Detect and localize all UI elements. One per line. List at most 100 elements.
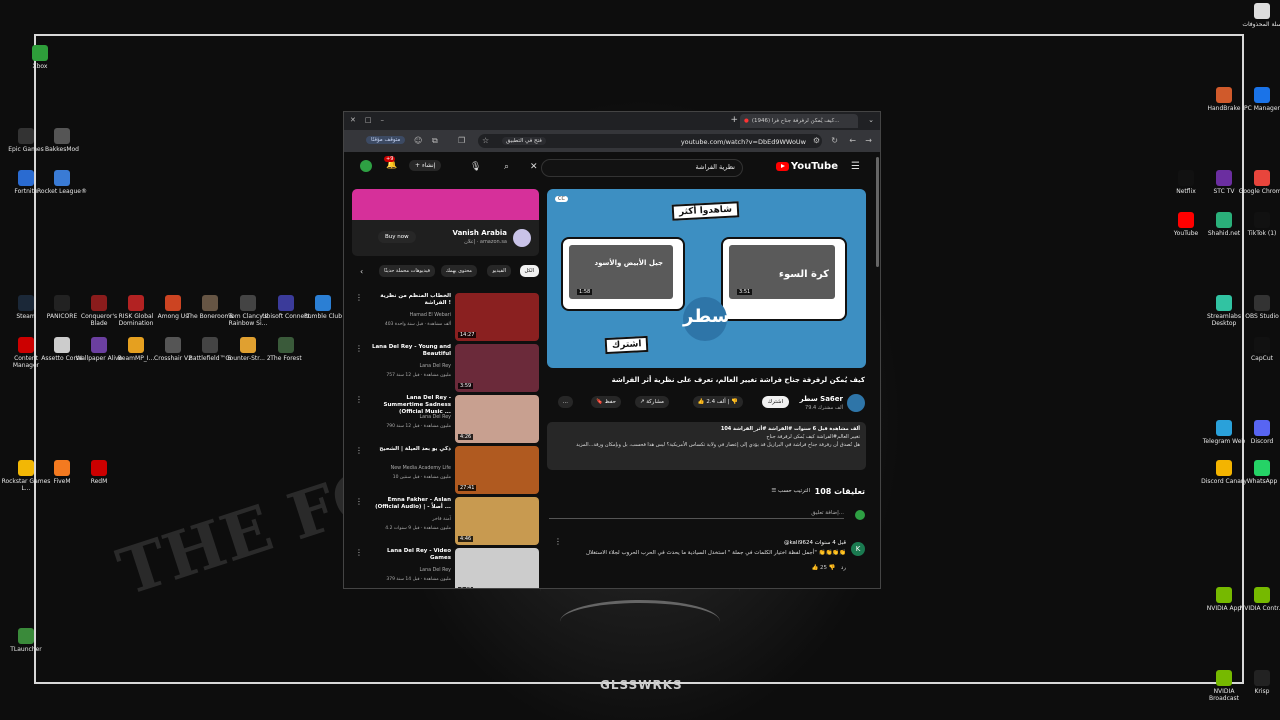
- desktop-shortcut[interactable]: The Forest: [260, 337, 312, 362]
- video-thumbnail[interactable]: 27:41: [455, 446, 539, 494]
- subscribe-button[interactable]: اشترك: [761, 396, 789, 408]
- desktop-shortcut[interactable]: Krisp: [1236, 670, 1280, 695]
- search-icon[interactable]: ⌕: [504, 162, 509, 172]
- site-info-icon[interactable]: ⚙: [813, 136, 820, 145]
- profile-icon[interactable]: ☺: [414, 136, 422, 145]
- desktop-shortcut[interactable]: PC Manager: [1236, 87, 1280, 112]
- copy-icon[interactable]: ❐: [458, 136, 465, 145]
- scrollbar[interactable]: [876, 157, 879, 267]
- create-button[interactable]: + إنشاء: [409, 160, 442, 171]
- extensions-icon[interactable]: ⧉: [432, 136, 438, 146]
- recommendation-item[interactable]: 3:59 Lana Del Rey - Young and Beautiful La…: [352, 344, 539, 392]
- video-title[interactable]: الخطاب المنظم من نظرية الفراشة !: [367, 293, 451, 307]
- chip-all[interactable]: الكل: [519, 265, 539, 277]
- video-title[interactable]: Emna Fakher - Aslan (Official Audio) | -…: [367, 497, 451, 511]
- recommendation-item[interactable]: 27:41 ذكي يو بعد العيلة | الشحيح New Media…: [352, 446, 539, 494]
- video-player[interactable]: CC شاهدوا أكثر 1:58 جيل الأبيض والأسود 3…: [547, 189, 866, 368]
- chips-next-icon[interactable]: ‹: [360, 267, 363, 276]
- video-thumbnail[interactable]: 3:59: [455, 344, 539, 392]
- channel-name[interactable]: Lana Del Rey: [419, 415, 451, 420]
- clear-search-icon[interactable]: ✕: [530, 162, 538, 172]
- forward-icon[interactable]: ←: [849, 136, 856, 145]
- channel-name[interactable]: آمنة فاخر: [432, 517, 451, 522]
- chip-recently-uploaded[interactable]: فيديوهات محملة حديثًا: [379, 265, 435, 277]
- recommendation-item[interactable]: 4:47 Lana Del Rey - Video Games Lana Del R…: [352, 548, 539, 588]
- sponsored-ad[interactable]: Vanish Arabia إعلان · amazon.sa Buy now: [352, 189, 539, 256]
- right-card[interactable]: 3:51 كرة السوء: [721, 237, 847, 321]
- share-button[interactable]: ↗ مشاركة: [634, 396, 669, 408]
- voice-search-icon[interactable]: 🎙: [470, 162, 481, 172]
- desktop-shortcut[interactable]: Rocket League®: [36, 170, 88, 195]
- desktop-shortcut[interactable]: Rumble Club: [297, 295, 349, 320]
- chip-videos[interactable]: الفيديو: [487, 265, 511, 277]
- more-options-icon[interactable]: ⋮: [355, 548, 363, 557]
- channel-name[interactable]: Hamad El Webari: [410, 313, 451, 318]
- recommendation-item[interactable]: 4:26 Lana Del Rey - Summertime Sadness (O…: [352, 395, 539, 443]
- chip-for-you[interactable]: محتوى يهمك: [440, 265, 477, 277]
- left-card[interactable]: 1:58 جيل الأبيض والأسود: [561, 237, 685, 311]
- tab-search-icon[interactable]: ⌄: [868, 116, 874, 124]
- more-options-icon[interactable]: ⋮: [355, 344, 363, 353]
- bookmark-icon[interactable]: ☆: [482, 136, 489, 145]
- app-icon: [1254, 3, 1270, 19]
- search-query[interactable]: نظرية الفراشة: [696, 163, 736, 171]
- like-button[interactable]: 👍 2.4 ألف | 👎: [692, 396, 743, 408]
- desktop-shortcut[interactable]: RedM: [73, 460, 125, 485]
- video-title[interactable]: Lana Del Rey - Young and Beautiful: [367, 344, 451, 358]
- desktop-shortcut[interactable]: Discord: [1236, 420, 1280, 445]
- desktop-shortcut[interactable]: WhatsApp: [1236, 460, 1280, 485]
- more-options-icon[interactable]: ⋮: [355, 446, 363, 455]
- reload-icon[interactable]: ↻: [831, 136, 838, 145]
- channel-name[interactable]: سطر Sa6er: [800, 395, 843, 403]
- back-icon[interactable]: →: [865, 136, 872, 145]
- paused-pill[interactable]: متوقف مؤقتًا: [366, 136, 406, 144]
- channel-avatar[interactable]: [847, 394, 865, 412]
- description-box[interactable]: 104 ألف مشاهدة قبل 6 سنوات #الفراشة #أثر…: [547, 422, 866, 470]
- video-thumbnail[interactable]: 4:46: [455, 497, 539, 545]
- desktop-shortcut[interactable]: Google Chrome: [1236, 170, 1280, 195]
- desktop-shortcut[interactable]: TikTok (1): [1236, 212, 1280, 237]
- window-controls[interactable]: ✕□–: [350, 116, 393, 124]
- menu-icon[interactable]: ☰: [851, 161, 860, 172]
- commenter-avatar[interactable]: K: [851, 542, 865, 556]
- captions-icon[interactable]: CC: [555, 196, 568, 202]
- add-comment-field[interactable]: إضافة تعليق...: [549, 510, 844, 519]
- more-options-icon[interactable]: ⋮: [355, 395, 363, 404]
- more-options-icon[interactable]: ⋮: [355, 497, 363, 506]
- save-button[interactable]: 🔖 حفظ: [590, 396, 621, 408]
- sort-comments-button[interactable]: ☰ الترتيب حسب: [771, 488, 810, 494]
- desktop-shortcut[interactable]: NVIDIA Contr...: [1236, 587, 1280, 612]
- new-tab-icon[interactable]: +: [730, 115, 738, 125]
- video-thumbnail[interactable]: 14:27: [455, 293, 539, 341]
- more-actions-button[interactable]: ...: [557, 396, 573, 408]
- desktop-shortcut[interactable]: BakkesMod: [36, 128, 88, 153]
- channel-name[interactable]: Lana Del Rey: [419, 568, 451, 573]
- commenter-name[interactable]: @kali9624 قبل 4 سنوات: [784, 540, 846, 546]
- desktop-shortcut[interactable]: Xbox: [14, 45, 66, 70]
- youtube-logo[interactable]: YouTube: [775, 161, 838, 172]
- desktop-shortcut[interactable]: TLauncher: [0, 628, 52, 653]
- channel-name[interactable]: Lana Del Rey: [419, 364, 451, 369]
- video-title[interactable]: Lana Del Rey - Summertime Sadness (Offic…: [367, 395, 451, 416]
- video-thumbnail[interactable]: 4:47: [455, 548, 539, 588]
- active-tab[interactable]: ● (1946) كيف يُمكن لرفرفة جناح فرا...: [740, 114, 858, 128]
- app-icon: [1216, 212, 1232, 228]
- reply-button[interactable]: رد: [841, 565, 846, 571]
- more-options-icon[interactable]: ⋮: [355, 293, 363, 302]
- open-in-app-button[interactable]: فتح في التطبيق: [502, 137, 546, 145]
- comment-like-count: 25: [820, 565, 828, 571]
- recommendation-item[interactable]: 4:46 Emna Fakher - Aslan (Official Audio)…: [352, 497, 539, 545]
- video-thumbnail[interactable]: 4:26: [455, 395, 539, 443]
- comment-menu-icon[interactable]: ⋮: [554, 537, 562, 546]
- video-title[interactable]: ذكي يو بعد العيلة | الشحيح: [367, 446, 451, 453]
- account-avatar[interactable]: [360, 160, 372, 172]
- desktop-shortcut[interactable]: CapCut: [1236, 337, 1280, 362]
- desktop-shortcut[interactable]: OBS Studio: [1236, 295, 1280, 320]
- channel-name[interactable]: New Media Academy Life: [391, 466, 451, 471]
- buy-now-button[interactable]: Buy now: [378, 231, 416, 243]
- url-text[interactable]: youtube.com/watch?v=DbEd9WWoUw: [681, 138, 806, 146]
- recommendation-item[interactable]: 14:27 الخطاب المنظم من نظرية الفراشة ! Ham…: [352, 293, 539, 341]
- video-title[interactable]: Lana Del Rey - Video Games: [367, 548, 451, 562]
- wallpaper-logo: GLSSWRKS: [600, 678, 683, 692]
- desktop-shortcut[interactable]: سلة المحذوفات: [1236, 3, 1280, 28]
